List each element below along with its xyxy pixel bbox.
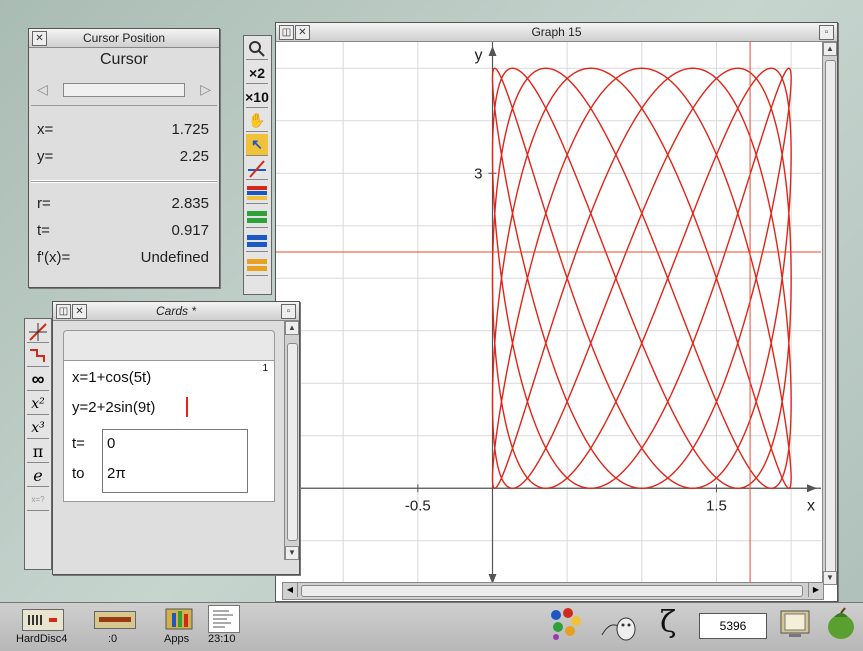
row-label: f'(x)= [37,249,71,266]
x-cubed-button[interactable]: x³ [27,417,49,439]
row-value: 0.917 [171,222,209,239]
zoom-x10-button[interactable]: ×10 [245,86,269,108]
row-label: x= [37,121,54,138]
harddisc-label: HardDisc4 [16,633,68,645]
slider-left-arrow[interactable]: ◁ [37,81,48,98]
iconbar: HardDisc4 :0 Apps 23:10 ζ 5396 [0,602,863,651]
memory-value: 5396 [719,619,747,633]
clock-icon[interactable] [208,605,240,633]
graph-vertical-scrollbar[interactable]: ▲ ▼ [822,42,837,585]
x-axis-arrow [807,484,817,493]
equation-tool-icon[interactable]: x=? [27,489,49,511]
hscroll-thumb[interactable] [301,585,803,597]
y-tick-label: 3 [474,165,482,182]
card-number: 1 [262,363,268,374]
cards-vertical-scrollbar[interactable]: ▲ ▼ [284,321,299,560]
card-tab[interactable] [63,330,275,361]
row-value: 1.725 [171,121,209,138]
x-squared-button[interactable]: x² [27,393,49,415]
apps-label: Apps [164,633,190,645]
x-tick-label: -0.5 [405,497,431,514]
memory-display[interactable]: 5396 [699,613,767,639]
zoom-x2-label: ×2 [249,64,265,81]
row-label: t= [37,222,50,239]
scroll-up-arrow[interactable]: ▲ [285,321,299,335]
hscroll-left-arrow[interactable]: ◀ [283,583,298,597]
ram-disc-icon[interactable] [94,611,136,629]
cards-titlebar[interactable]: ◫ ✕ Cards * ▫ [53,302,299,321]
cursor-titlebar[interactable]: ✕ Cursor Position [29,29,219,48]
t-label: t= [72,435,85,452]
scroll-up-arrow[interactable]: ▲ [823,42,837,56]
color-swatch-icon[interactable] [246,182,268,204]
row-value: 2.835 [171,195,209,212]
card-body: 1 x=1+cos(5t) y=2+2sin(9t) t= 0 to 2π [63,360,275,502]
graph-toolbar: ×2 ×10 ✋ ↖ [243,35,272,295]
graph-title: Graph 15 [531,25,582,39]
hand-icon[interactable]: ✋ [246,110,268,132]
y-axis-arrow [488,46,497,56]
step-tool-icon[interactable] [27,345,49,367]
scroll-thumb[interactable] [287,343,298,541]
graph-horizontal-scrollbar[interactable]: ◀ ▶ [282,582,824,600]
row-value: 2.25 [179,148,209,165]
cursor-position-window: ✕ Cursor Position Cursor ◁ ▷ x= 1.725 y= 2… [28,28,220,288]
toggle-size-button[interactable]: ▫ [819,25,834,40]
palette-icon[interactable] [548,607,582,641]
equation-y[interactable]: y=2+2sin(9t) [72,399,155,416]
graph-titlebar[interactable]: ◫ ✕ Graph 15 ▫ [276,23,837,42]
row-value: Undefined [140,249,209,266]
line-tool-icon[interactable] [27,321,49,343]
range-box[interactable] [102,429,248,493]
x-tick-label: 1.5 [706,497,727,514]
apps-icon[interactable] [164,605,194,631]
blue-stripe-icon[interactable] [246,230,268,252]
cursor-divider [31,181,217,183]
infinity-icon[interactable]: ∞ [27,369,49,391]
hscroll-right-arrow[interactable]: ▶ [808,583,823,597]
row-label: r= [37,195,51,212]
time-label: 23:10 [208,633,236,645]
row-label: y= [37,148,54,165]
graph-plot[interactable]: -0.5 1.5 3 y x [276,42,821,588]
e-button[interactable]: e [27,465,49,487]
text-cursor [186,397,188,417]
cursor-panel-1 [31,105,217,181]
y-axis-label: y [475,47,483,64]
equation-x[interactable]: x=1+cos(5t) [72,369,151,386]
ram-disc-label: :0 [108,633,118,645]
zoom-x2-button[interactable]: ×2 [246,62,268,84]
slider-right-arrow[interactable]: ▷ [200,81,211,98]
t-to-value[interactable]: 2π [107,465,126,482]
to-label: to [72,465,85,482]
x-axis-label: x [807,497,815,514]
green-stripe-icon[interactable] [246,206,268,228]
t-from-value[interactable]: 0 [107,435,115,452]
slider-track[interactable] [63,83,185,97]
zoom-x10-label: ×10 [245,88,269,105]
scroll-down-arrow[interactable]: ▼ [823,571,837,585]
pi-button[interactable]: π [27,441,49,463]
scroll-down-arrow[interactable]: ▼ [285,546,299,560]
cards-window: ◫ ✕ Cards * ▫ 1 x=1+cos(5t) y=2+2sin(9t)… [52,301,300,575]
magnifier-icon[interactable] [246,38,268,60]
graph-window: ◫ ✕ Graph 15 ▫ -0.5 1.5 3 y x ▲ ▼ [275,22,838,602]
cursor-heading: Cursor [99,51,148,68]
orange-stripe-icon[interactable] [246,254,268,276]
display-icon[interactable] [779,609,811,639]
crosshair-icon[interactable] [246,158,268,180]
mouse-icon[interactable] [598,607,642,641]
toggle-size-button[interactable]: ▫ [281,304,296,319]
scroll-thumb[interactable] [825,60,836,582]
acorn-icon[interactable] [824,607,858,641]
zeta-icon[interactable]: ζ [660,605,676,640]
math-toolbar: ∞ x² x³ π e x=? [24,318,52,570]
cursor-slider[interactable]: ◁ ▷ [37,81,211,97]
cards-title: Cards * [155,304,196,318]
cursor-window-title: Cursor Position [82,31,166,45]
pointer-icon[interactable]: ↖ [246,134,268,156]
harddisc-icon[interactable] [22,609,64,631]
